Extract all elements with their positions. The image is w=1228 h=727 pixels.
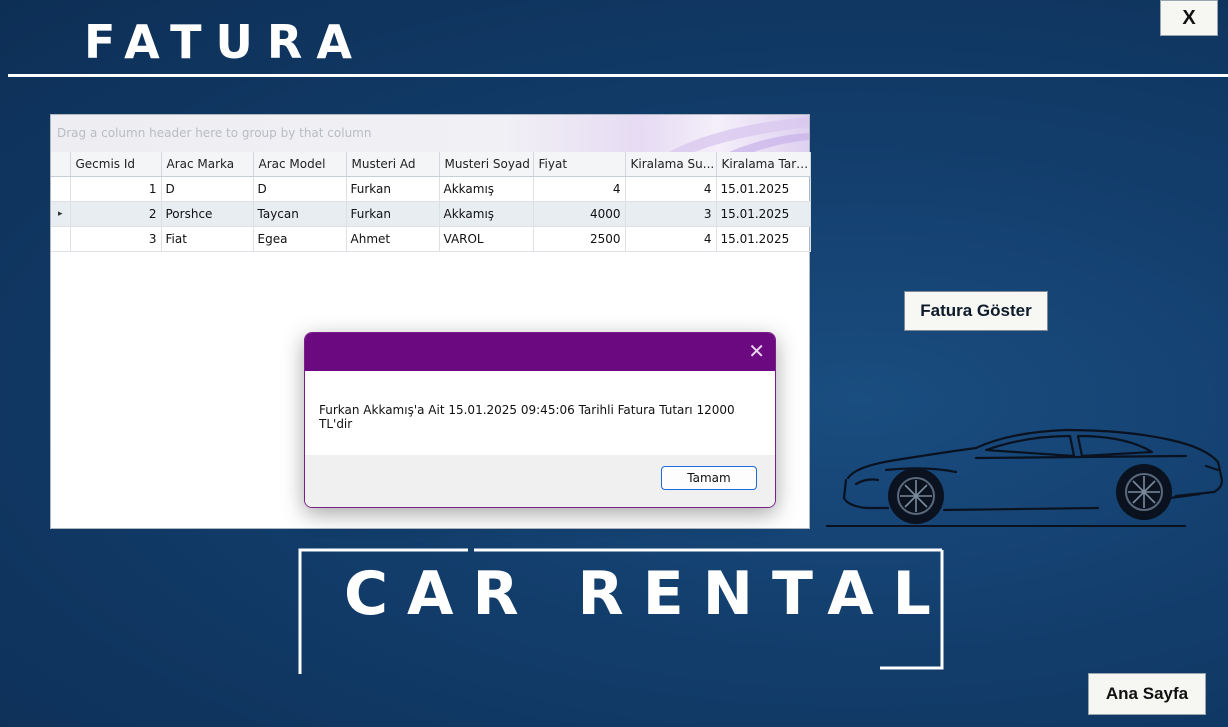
ok-button[interactable]: Tamam	[661, 466, 757, 490]
data-table: Gecmis Id Arac Marka Arac Model Musteri Ad M…	[51, 152, 811, 252]
dialog-message: Furkan Akkamış'a Ait 15.01.2025 09:45:06…	[319, 403, 735, 431]
row-indicator-header	[51, 152, 71, 177]
table-cell[interactable]: 15.01.2025	[716, 176, 811, 202]
table-cell[interactable]: Taycan	[253, 201, 347, 227]
table-cell[interactable]: 3	[625, 201, 717, 227]
header-row: Gecmis Id Arac Marka Arac Model Musteri Ad M…	[51, 152, 811, 177]
message-dialog: ✕ Furkan Akkamış'a Ait 15.01.2025 09:45:…	[304, 332, 776, 508]
dialog-title-bar: ✕	[305, 333, 775, 371]
column-header[interactable]: Fiyat	[533, 152, 626, 177]
table-cell[interactable]: Fiat	[161, 226, 254, 252]
row-indicator: ▸	[51, 201, 71, 227]
car-silhouette-icon	[826, 428, 1224, 527]
table-row[interactable]: ▸ 2 Porshce Taycan Furkan Akkamış 4000 3 15.01.2…	[51, 201, 811, 227]
table-cell[interactable]: Akkamış	[439, 201, 534, 227]
dialog-close-icon[interactable]: ✕	[748, 339, 765, 363]
table-cell[interactable]: Egea	[253, 226, 347, 252]
group-panel-decoration	[669, 117, 809, 152]
row-indicator	[51, 176, 71, 202]
column-header[interactable]: Kiralama Tarihi	[716, 152, 811, 177]
show-invoice-button[interactable]: Fatura Göster	[904, 291, 1048, 331]
column-header[interactable]: Musteri Soyad	[439, 152, 534, 177]
table-cell[interactable]: D	[161, 176, 254, 202]
table-cell[interactable]: 4	[625, 176, 717, 202]
table-cell[interactable]: 4	[625, 226, 717, 252]
column-header[interactable]: Musteri Ad	[346, 152, 440, 177]
home-button[interactable]: Ana Sayfa	[1088, 673, 1206, 715]
table-cell[interactable]: 15.01.2025	[716, 201, 811, 227]
table-cell[interactable]: 2	[70, 201, 162, 227]
banner-text: CAR RENTAL	[344, 559, 950, 629]
page-title: FATURA	[84, 15, 366, 69]
dialog-footer: Tamam	[305, 455, 775, 507]
table-cell[interactable]: 1	[70, 176, 162, 202]
table-cell[interactable]: Furkan	[346, 176, 440, 202]
group-panel-hint: Drag a column header here to group by th…	[57, 126, 372, 140]
table-cell[interactable]: 4000	[533, 201, 626, 227]
table-cell[interactable]: Porshce	[161, 201, 254, 227]
table-cell[interactable]: 4	[533, 176, 626, 202]
table-cell[interactable]: 2500	[533, 226, 626, 252]
table-cell[interactable]: Ahmet	[346, 226, 440, 252]
table-row[interactable]: 1 D D Furkan Akkamış 4 4 15.01.2025	[51, 176, 811, 202]
table-cell[interactable]: D	[253, 176, 347, 202]
table-row[interactable]: 3 Fiat Egea Ahmet VAROL 2500 4 15.01.2025	[51, 226, 811, 252]
row-indicator	[51, 226, 71, 252]
table-cell[interactable]: Akkamış	[439, 176, 534, 202]
column-header[interactable]: Kiralama Su...	[625, 152, 717, 177]
table-cell[interactable]: 15.01.2025	[716, 226, 811, 252]
column-header[interactable]: Arac Model	[253, 152, 347, 177]
close-button[interactable]: X	[1160, 0, 1218, 36]
table-cell[interactable]: Furkan	[346, 201, 440, 227]
table-cell[interactable]: VAROL	[439, 226, 534, 252]
column-header[interactable]: Gecmis Id	[70, 152, 162, 177]
column-header[interactable]: Arac Marka	[161, 152, 254, 177]
title-divider	[8, 74, 1228, 77]
table-cell[interactable]: 3	[70, 226, 162, 252]
group-panel[interactable]: Drag a column header here to group by th…	[51, 115, 809, 152]
